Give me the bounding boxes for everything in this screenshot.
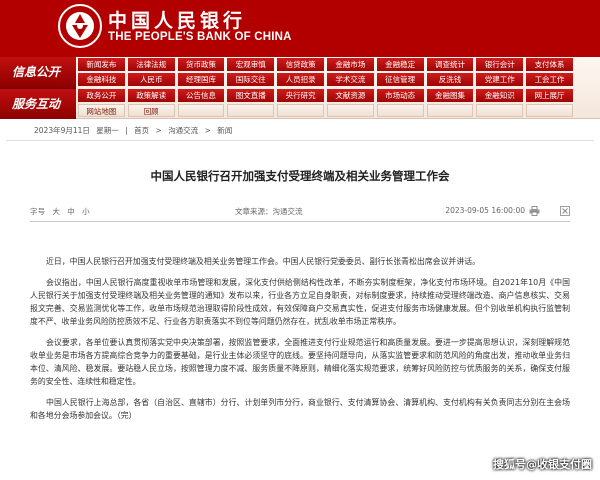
nav-item[interactable]: 宏观审慎 bbox=[227, 58, 275, 71]
nav-item[interactable]: 市场动态 bbox=[376, 89, 424, 102]
nav-item[interactable]: 反洗钱 bbox=[426, 73, 474, 86]
nav-item bbox=[177, 104, 225, 117]
article-title: 中国人民银行召开加强支付受理终端及相关业务管理工作会 bbox=[150, 169, 450, 183]
article-paragraph: 会议要求，各单位要认真贯彻落实党中央决策部署，按照监管要求，全面推进支付行业规范… bbox=[30, 337, 570, 387]
article-source: 文章来源：沟通交流 bbox=[235, 207, 303, 216]
nav-item[interactable]: 网上展厅 bbox=[526, 89, 573, 102]
main-nav: 信息公开 服务互动 新闻发布 法律法规 货币政策 宏观审慎 信贷政策 金融市场 金融稳定 调查… bbox=[0, 57, 600, 119]
nav-item[interactable]: 文献资源 bbox=[326, 89, 374, 102]
nav-item[interactable]: 国际交往 bbox=[227, 73, 275, 86]
article-paragraph: 中国人民银行上海总部，各省（自治区、直辖市）分行、计划单列市分行，商业银行、支付… bbox=[30, 397, 570, 420]
nav-item[interactable]: 法律法规 bbox=[127, 58, 175, 71]
nav-item bbox=[326, 104, 374, 117]
nav-item bbox=[376, 104, 424, 117]
nav-item[interactable]: 新闻发布 bbox=[78, 58, 125, 71]
nav-item[interactable]: 工会工作 bbox=[526, 73, 573, 86]
nav-item[interactable]: 征信管理 bbox=[376, 73, 424, 86]
nav-item[interactable]: 经理国库 bbox=[177, 73, 225, 86]
breadcrumb-sep: > bbox=[204, 126, 211, 135]
nav-item[interactable]: 党建工作 bbox=[476, 73, 524, 86]
nav-item[interactable]: 学术交流 bbox=[326, 73, 374, 86]
nav-item[interactable]: 央行研究 bbox=[277, 89, 324, 102]
nav-row-2: 金融科技 人民币 经理国库 国际交往 人员招录 学术交流 征信管理 反洗钱 党建工作 工会工作 bbox=[78, 72, 600, 87]
site-title-cn: 中国人民银行 bbox=[108, 10, 247, 32]
site-title-en: THE PEOPLE'S BANK OF CHINA bbox=[108, 31, 292, 43]
nav-item[interactable]: 调查统计 bbox=[426, 58, 474, 71]
pboc-emblem-icon bbox=[58, 4, 102, 48]
nav-row-1: 新闻发布 法律法规 货币政策 宏观审慎 信贷政策 金融市场 金融稳定 调查统计 银行会计 支付体系 bbox=[78, 57, 600, 72]
nav-item[interactable]: 政策解读 bbox=[127, 89, 175, 102]
nav-item bbox=[526, 104, 573, 117]
nav-item bbox=[476, 104, 524, 117]
nav-item[interactable]: 政务公开 bbox=[78, 89, 125, 102]
font-size-controls: 字号 大 中 小 bbox=[30, 206, 90, 217]
breadcrumb-sep: > bbox=[155, 126, 162, 135]
nav-item[interactable]: 金融稳定 bbox=[376, 58, 424, 71]
breadcrumb-weekday: 星期一 bbox=[96, 126, 119, 135]
nav-item[interactable]: 银行会计 bbox=[476, 58, 524, 71]
article-paragraph: 近日，中国人民银行召开加强支付受理终端及相关业务管理工作会。中国人民银行党委委员… bbox=[46, 257, 480, 266]
nav-label-service: 服务互动 bbox=[0, 88, 76, 119]
nav-item bbox=[227, 104, 275, 117]
article-body: 近日，中国人民银行召开加强支付受理终端及相关业务管理工作会。中国人民银行党委委员… bbox=[30, 255, 570, 429]
nav-item[interactable]: 货币政策 bbox=[177, 58, 225, 71]
breadcrumb-section-link[interactable]: 沟通交流 bbox=[168, 126, 198, 135]
nav-item[interactable]: 人民币 bbox=[127, 73, 175, 86]
breadcrumb-date: 2023年9月11日 bbox=[34, 126, 90, 135]
close-icon[interactable] bbox=[560, 206, 570, 216]
nav-item[interactable]: 人员招录 bbox=[277, 73, 324, 86]
nav-item[interactable]: 信贷政策 bbox=[277, 58, 324, 71]
nav-item[interactable]: 金融图集 bbox=[426, 89, 474, 102]
nav-item[interactable]: 金融科技 bbox=[78, 73, 125, 86]
meta-divider bbox=[30, 221, 570, 222]
site-header: 中国人民银行 THE PEOPLE'S BANK OF CHINA bbox=[0, 0, 600, 57]
nav-item[interactable]: 金融市场 bbox=[326, 58, 374, 71]
nav-item[interactable]: 回顾 bbox=[127, 104, 175, 117]
article-date: 2023-09-05 16:00:00 bbox=[445, 206, 525, 215]
breadcrumb-sep: | bbox=[125, 126, 128, 135]
breadcrumb-current: 新闻 bbox=[217, 126, 233, 135]
nav-item bbox=[426, 104, 474, 117]
nav-row-4: 网站地图 回顾 bbox=[78, 103, 600, 118]
nav-row-3: 政务公开 政策解读 公告信息 图文直播 央行研究 文献资源 市场动态 金融图集 金融知识 网上展厅 bbox=[78, 88, 600, 103]
article-meta: 字号 大 中 小 文章来源：沟通交流 2023-09-05 16:00:00 bbox=[30, 206, 570, 218]
breadcrumb-home-link[interactable]: 首页 bbox=[134, 126, 149, 135]
font-size-medium-button[interactable]: 中 bbox=[67, 207, 75, 216]
font-size-large-button[interactable]: 大 bbox=[52, 207, 60, 216]
font-size-label: 字号 bbox=[30, 207, 45, 216]
nav-item[interactable]: 支付体系 bbox=[526, 58, 573, 71]
nav-item[interactable]: 金融知识 bbox=[476, 89, 524, 102]
nav-item[interactable]: 网站地图 bbox=[78, 104, 125, 117]
nav-item[interactable]: 公告信息 bbox=[177, 89, 225, 102]
font-size-small-button[interactable]: 小 bbox=[82, 207, 90, 216]
nav-item bbox=[277, 104, 324, 117]
article-paragraph: 会议指出，中国人民银行高度重视收单市场管理和发展，深化支付供给侧结构性改革，不断… bbox=[30, 277, 570, 327]
nav-label-info: 信息公开 bbox=[0, 57, 76, 88]
watermark: 搜狐号@收银支付圈 bbox=[493, 458, 592, 471]
breadcrumb: 2023年9月11日 星期一 | 首页 > 沟通交流 > 新闻 bbox=[6, 121, 594, 141]
nav-item[interactable]: 图文直播 bbox=[227, 89, 275, 102]
print-icon[interactable] bbox=[529, 206, 540, 216]
